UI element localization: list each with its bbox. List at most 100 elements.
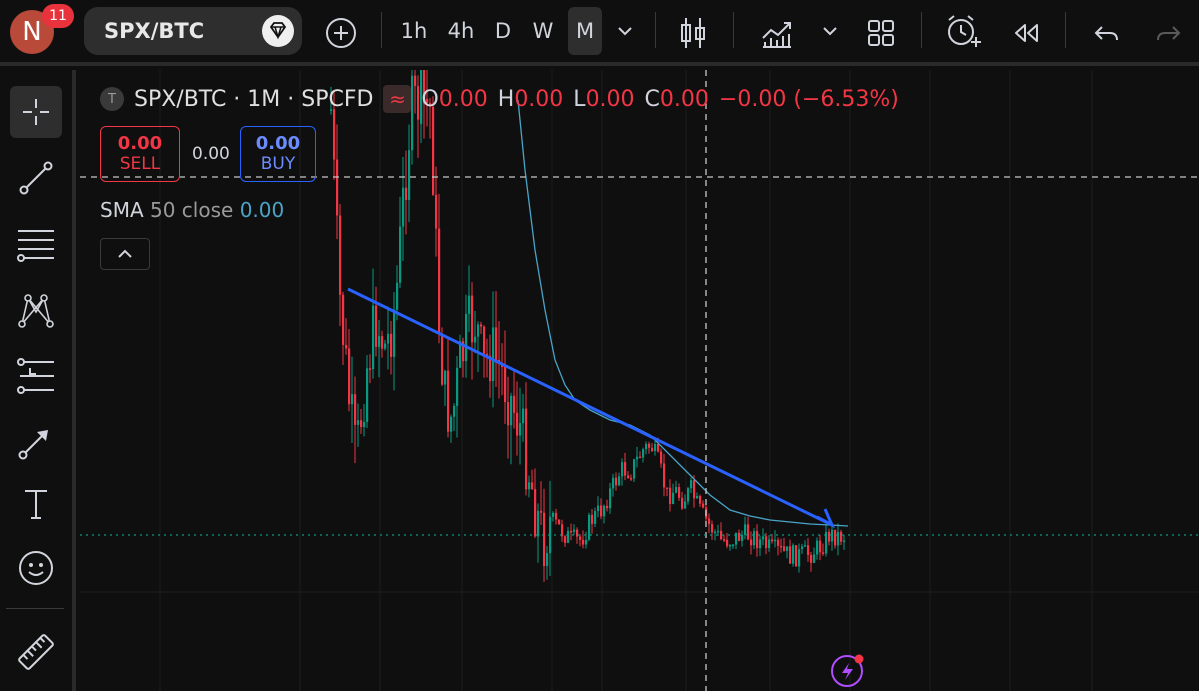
chart-legend: T SPX/BTC · 1M · SPCFD ≈ O0.00 H0.00 L0.… (100, 84, 899, 114)
candle-body (480, 324, 483, 327)
candle-body (453, 405, 456, 417)
candle-body (450, 416, 453, 432)
divider (6, 608, 64, 609)
buy-button[interactable]: 0.00 BUY (240, 126, 316, 182)
interval-4h[interactable]: 4h (441, 7, 481, 55)
alarm-icon[interactable] (940, 10, 984, 54)
candle-body (543, 512, 546, 567)
candle-body (675, 487, 678, 493)
ruler-icon[interactable] (10, 626, 62, 678)
candle-body (441, 334, 444, 385)
undo-icon[interactable] (1085, 12, 1127, 54)
sell-button[interactable]: 0.00 SELL (100, 126, 180, 182)
top-toolbar: N 11 SPX/BTC 1h 4h D W M (0, 0, 1199, 66)
candle-body (780, 545, 783, 548)
candle-body (834, 529, 837, 546)
replay-icon[interactable] (1005, 12, 1047, 54)
sma-wave-icon[interactable]: ≈ (383, 85, 412, 113)
collapse-legend-button[interactable] (100, 238, 150, 270)
legend-change: −0.00 (−6.53%) (718, 86, 899, 112)
candle-body (432, 106, 435, 195)
trend-line-icon[interactable] (10, 152, 62, 204)
chart-pane[interactable]: T SPX/BTC · 1M · SPCFD ≈ O0.00 H0.00 L0.… (80, 70, 1199, 691)
redo-icon[interactable] (1148, 12, 1190, 54)
symbol-search-button[interactable]: SPX/BTC (84, 7, 302, 55)
candle-body (513, 395, 516, 413)
interval-1h[interactable]: 1h (395, 7, 433, 55)
crosshair-icon[interactable] (10, 86, 62, 138)
candle-body (531, 482, 534, 490)
candle-body (801, 546, 804, 550)
diamond-icon[interactable] (262, 15, 294, 47)
drawing-toolbar (0, 70, 76, 691)
candle-body (693, 480, 696, 499)
interval-w[interactable]: W (526, 7, 560, 55)
sma-legend[interactable]: SMA 50 close 0.00 (100, 198, 284, 222)
candle-body (711, 524, 714, 533)
candle-body (333, 109, 336, 160)
avatar-initial: N (22, 17, 42, 47)
candle-body (804, 545, 807, 547)
plus-circle-icon[interactable] (320, 12, 362, 54)
candle-body (612, 477, 615, 489)
pattern-icon[interactable] (10, 284, 62, 336)
interval-d[interactable]: D (488, 7, 518, 55)
candle-body (726, 539, 729, 547)
candle-body (708, 518, 711, 525)
sma-line (517, 99, 849, 527)
candle-body (510, 395, 513, 426)
candle-body (615, 477, 618, 486)
candle-body (594, 511, 597, 524)
trend-line-drawing (347, 287, 836, 529)
legend-title: SPX/BTC · 1M · SPCFD (134, 86, 374, 112)
candle-body (375, 305, 378, 347)
candle-body (366, 368, 369, 422)
candle-body (399, 226, 402, 283)
arrow-tool-icon[interactable] (10, 416, 62, 468)
candle-body (582, 539, 585, 545)
candle-body (354, 394, 357, 425)
candle-body (678, 487, 681, 498)
fib-retracement-icon[interactable] (10, 218, 62, 270)
emoji-icon[interactable] (10, 542, 62, 594)
text-tool-icon[interactable] (10, 478, 62, 530)
indicators-icon[interactable] (756, 12, 798, 54)
candle-body (504, 367, 507, 403)
candle-body (447, 370, 450, 432)
candle-body (576, 529, 579, 537)
candle-body (546, 553, 549, 567)
candle-body (810, 555, 813, 563)
candle-body (387, 333, 390, 344)
candle-body (729, 545, 732, 547)
candle-body (438, 228, 441, 335)
candle-body (465, 313, 468, 362)
position-icon[interactable] (10, 350, 62, 402)
candle-body (663, 463, 666, 488)
candle-body (468, 295, 471, 314)
layout-grid-icon[interactable] (860, 12, 902, 54)
candle-body (699, 495, 702, 504)
chevron-down-icon[interactable] (610, 16, 640, 46)
candle-body (363, 421, 366, 428)
candle-body (345, 345, 348, 349)
candle-body (744, 524, 747, 535)
candle-body (348, 348, 351, 405)
candles-icon[interactable] (672, 12, 714, 54)
candle-body (492, 327, 495, 381)
candle-body (618, 476, 621, 486)
candle-body (768, 539, 771, 548)
candle-body (564, 536, 567, 543)
candle-body (753, 531, 756, 546)
candle-body (828, 531, 831, 542)
interval-m[interactable]: M (568, 7, 602, 55)
candle-body (681, 497, 684, 509)
candle-body (669, 487, 672, 505)
candle-body (840, 531, 843, 542)
candle-body (384, 343, 387, 349)
chevron-down-icon[interactable] (815, 16, 845, 46)
candle-body (741, 534, 744, 541)
candle-body (357, 420, 360, 425)
candle-body (762, 536, 765, 540)
candle-body (714, 531, 717, 534)
candlestick-series (330, 70, 846, 582)
